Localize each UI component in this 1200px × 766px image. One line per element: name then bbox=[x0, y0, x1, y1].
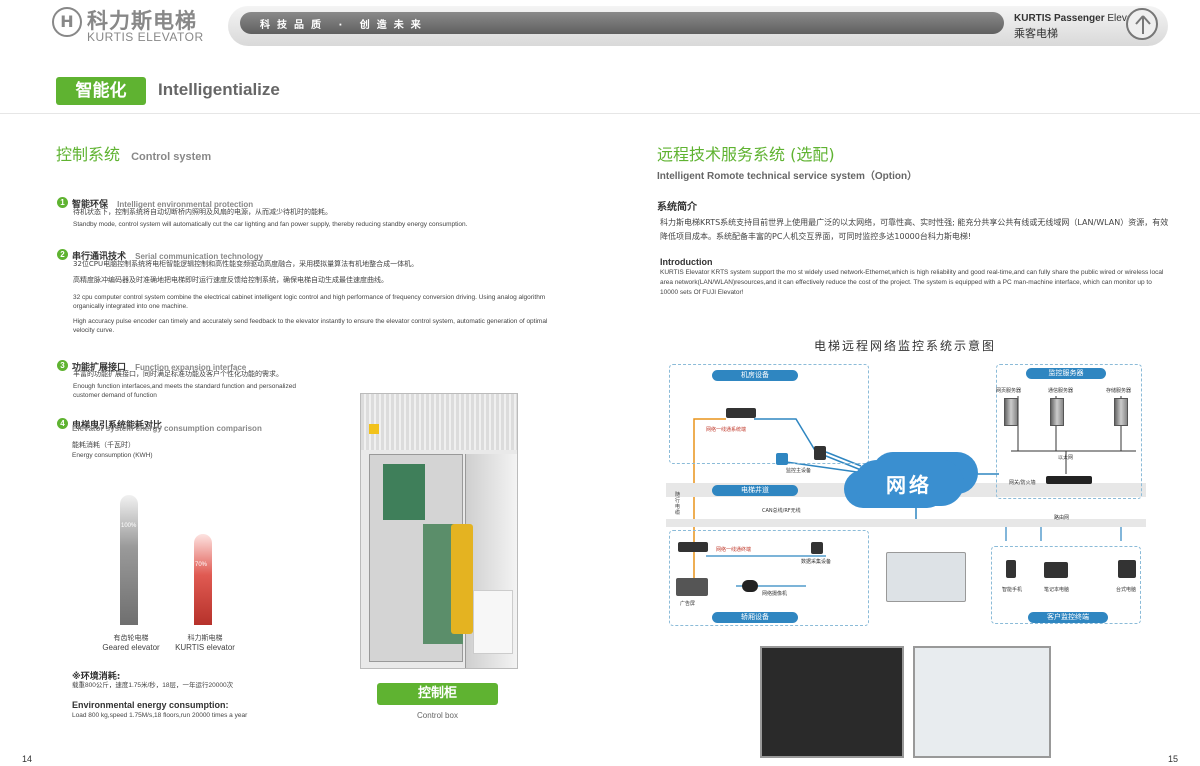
shaft-title: 电梯井道 bbox=[712, 485, 798, 496]
env-text-en: Load 800 kg,speed 1.75M/s,18 floors,run … bbox=[72, 712, 248, 719]
number-badge: 3 bbox=[57, 360, 68, 371]
number-badge: 2 bbox=[57, 249, 68, 260]
overview-text: 科力斯电梯KRTS系统支持目前世界上使用最广泛的以太网络，可靠性高、实时性强; … bbox=[660, 218, 1169, 241]
diagram-title: 电梯远程网络监控系统示意图 bbox=[813, 339, 996, 353]
right-title-en: Intelligent Romote technical service sys… bbox=[657, 171, 918, 182]
page-number-right: 15 bbox=[1168, 754, 1179, 764]
category-label-kurtis: 科力斯电梯 KURTIS elevator bbox=[170, 633, 240, 652]
network-terminal-device bbox=[678, 542, 708, 552]
diagram-label: 以太网 bbox=[1058, 455, 1074, 461]
diagram-label: 存储服务器 bbox=[1106, 388, 1132, 394]
env-text-cn: 载重800公斤，速度1.75米/秒，18层，一年运行20000次 bbox=[72, 682, 234, 689]
up-arrow-icon bbox=[1126, 8, 1158, 40]
env-title-en: Environmental energy consumption: bbox=[72, 700, 229, 710]
cabinet-label-cn: 控制柜 bbox=[377, 683, 498, 705]
left-title-en: Control system bbox=[131, 151, 212, 163]
logo-icon: H bbox=[52, 7, 82, 37]
diagram-label: 网络一线通系统端 bbox=[706, 427, 747, 433]
diagram-label: 网络一线通终端 bbox=[716, 547, 752, 553]
monitor-screenshot-1 bbox=[760, 646, 904, 758]
network-diagram: 机房设备 网络一线通系统端 监控主设备 电梯井道 CAN总线/RF无线 随行电缆… bbox=[666, 356, 1146, 638]
feature-text-en: Standby mode, control system will automa… bbox=[73, 221, 468, 228]
feature-text-cn: 32位CPU电脑控制系统将电柜智能逻辑控制和高性能变频驱动高度融合，采用模拟量算… bbox=[73, 260, 419, 268]
feature-text-cn: 待机状态下，控制系统将自动切断桥内照明及风扇的电源，从而减少待机时的能耗。 bbox=[73, 208, 332, 216]
monitor-device-icon bbox=[814, 446, 826, 460]
feature-text-cn: 丰富的功能扩展接口，同时满足标准功能及客户个性化功能的需求。 bbox=[73, 370, 283, 378]
monitor-screenshot-2 bbox=[913, 646, 1051, 758]
diagram-label: 路由网 bbox=[1054, 515, 1070, 521]
cabinet-label-en: Control box bbox=[417, 711, 458, 720]
left-title-cn: 控制系统 bbox=[56, 145, 121, 164]
category-label-geared: 有齿轮电梯 Geared elevator bbox=[96, 633, 166, 652]
network-converter-device bbox=[726, 408, 756, 418]
chart-label-en: Energy consumption (KWH) bbox=[72, 452, 153, 459]
ad-screen-icon bbox=[676, 578, 708, 596]
diagram-label: 广告屏 bbox=[680, 601, 696, 607]
diagram-label: 网页服务器 bbox=[996, 388, 1022, 394]
diagram-label: 笔记本电脑 bbox=[1044, 587, 1070, 593]
right-title-cn: 远程技术服务系统 (选配) bbox=[657, 145, 835, 164]
category-en: KURTIS elevator bbox=[175, 643, 235, 652]
diagram-label: 台式电脑 bbox=[1116, 587, 1137, 593]
page-number-left: 14 bbox=[22, 754, 33, 764]
client-title: 客户监控终端 bbox=[1028, 612, 1108, 623]
section-tag-en: Intelligentialize bbox=[158, 80, 280, 99]
chart-label-cn: 能耗消耗（千瓦时） bbox=[72, 441, 135, 449]
intro-text: KURTIS Elevator KRTS system support the … bbox=[660, 269, 1164, 296]
monitor-software-preview bbox=[886, 552, 966, 602]
diagram-label: 网络摄像机 bbox=[762, 591, 788, 597]
category-cn: 科力斯电梯 bbox=[187, 634, 223, 642]
section-tag-cn: 智能化 bbox=[56, 77, 146, 105]
page-header: H 科力斯电梯 KURTIS ELEVATOR 科技品质 · 创造未来 KURT… bbox=[0, 0, 1200, 62]
diagram-label: 监控主设备 bbox=[786, 468, 812, 474]
diagram-label: 数据采集设备 bbox=[801, 559, 832, 565]
feature-text-en: 32 cpu computer control system combine t… bbox=[73, 294, 546, 310]
monitor-server-title: 监控服务器 bbox=[1026, 368, 1106, 379]
diagram-label: 随行电缆 bbox=[675, 492, 681, 516]
number-badge: 1 bbox=[57, 197, 68, 208]
category-cn: 有齿轮电梯 bbox=[113, 634, 149, 642]
left-heading: 控制系统 Control system bbox=[56, 141, 211, 165]
bar-geared bbox=[120, 495, 138, 625]
diagram-label: 网关/防火墙 bbox=[1009, 480, 1036, 486]
diagram-label: CAN总线/RF无线 bbox=[762, 508, 801, 514]
logo-text-en: KURTIS ELEVATOR bbox=[87, 30, 204, 44]
slogan-text: 科技品质 · 创造未来 bbox=[260, 20, 428, 31]
diagram-label: 智能手机 bbox=[1002, 587, 1023, 593]
smartphone-icon bbox=[1006, 560, 1016, 578]
category-en: KURTIS Passenger Elevator bbox=[1014, 13, 1144, 24]
diagram-label: 通信服务器 bbox=[1048, 388, 1074, 394]
divider bbox=[0, 113, 1200, 114]
feature-title-en: Elevator system energy consumption compa… bbox=[72, 424, 262, 433]
feature-text-en: Enough function interfaces,and meets the… bbox=[73, 383, 296, 399]
number-badge: 4 bbox=[57, 418, 68, 429]
desktop-icon bbox=[1118, 560, 1136, 578]
laptop-icon bbox=[1044, 562, 1068, 578]
bar-kurtis bbox=[194, 534, 212, 625]
comm-server-icon bbox=[1050, 398, 1064, 426]
shaft-band-2 bbox=[666, 519, 1146, 527]
cloud-label: 网络 bbox=[886, 473, 932, 497]
bar-label-kurtis: 70% bbox=[195, 562, 208, 568]
machine-room-title: 机房设备 bbox=[712, 370, 798, 381]
data-collector-icon bbox=[811, 542, 823, 554]
intro-heading: Introduction bbox=[660, 257, 713, 267]
bar-label-geared: 100% bbox=[121, 523, 137, 529]
car-title: 轿厢设备 bbox=[712, 612, 798, 623]
category-cn: 乘客电梯 bbox=[1014, 27, 1058, 40]
overview-heading: 系统简介 bbox=[657, 202, 697, 213]
feature-text-cn-2: 高精度脉冲编码器及时准确地把电梯即时运行速度反馈给控制系统，确保电梯自动生成最佳… bbox=[73, 276, 388, 284]
feature-text-en-2: High accuracy pulse encoder can timely a… bbox=[73, 318, 548, 334]
web-server-icon bbox=[1004, 398, 1018, 426]
gateway-device bbox=[1046, 476, 1092, 484]
energy-chart: 100% 70% bbox=[60, 495, 260, 630]
control-cabinet-image bbox=[360, 393, 518, 669]
storage-server-icon bbox=[1114, 398, 1128, 426]
camera-icon bbox=[742, 580, 758, 592]
monitor-master-icon bbox=[776, 453, 788, 465]
category-en: Geared elevator bbox=[102, 643, 160, 652]
